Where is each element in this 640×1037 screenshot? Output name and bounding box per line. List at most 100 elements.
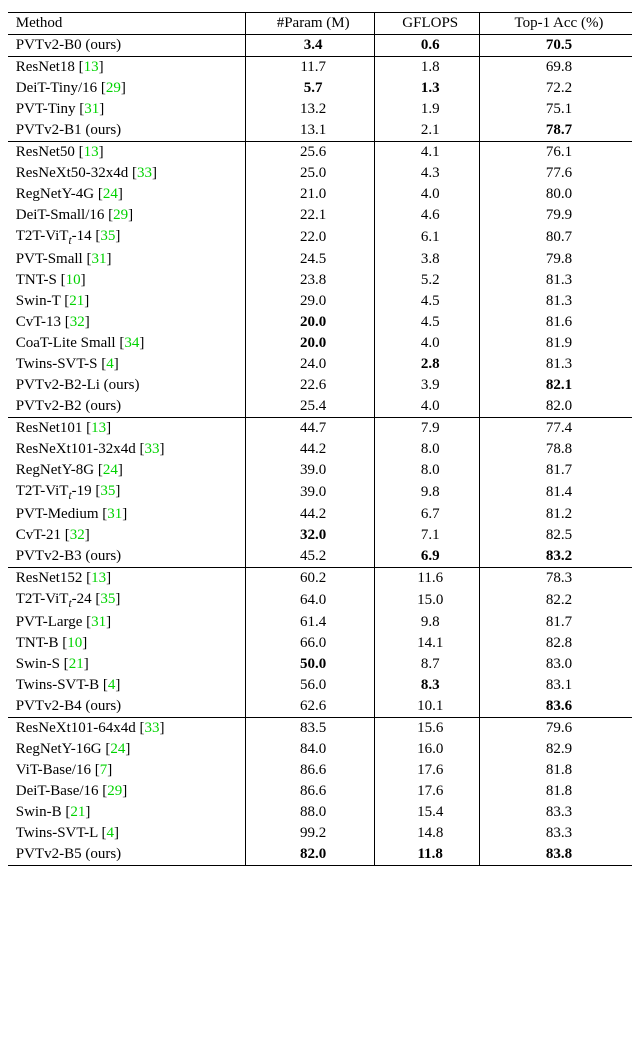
cell-acc: 83.0 [479,654,632,675]
cell-acc: 83.3 [479,823,632,844]
cell-acc: 82.1 [479,375,632,396]
cell-method: PVT-Small [31] [8,249,245,270]
table-row: CoaT-Lite Small [34]20.04.081.9 [8,333,632,354]
citation[interactable]: 29 [106,80,121,96]
table-row: CvT-13 [32]20.04.581.6 [8,312,632,333]
cell-gflops: 16.0 [375,739,479,760]
cell-method: T2T-ViTt-14 [35] [8,226,245,249]
table-row: Swin-S [21]50.08.783.0 [8,654,632,675]
cell-gflops: 1.9 [375,99,479,120]
citation[interactable]: 29 [107,783,122,799]
citation[interactable]: 33 [144,720,159,736]
cell-method: Swin-T [21] [8,291,245,312]
citation[interactable]: 34 [124,335,139,351]
cell-method: ResNet101 [13] [8,418,245,440]
citation[interactable]: 4 [106,356,114,372]
table-row: PVTv2-B2 (ours)25.44.082.0 [8,396,632,418]
table-row: ResNet50 [13]25.64.176.1 [8,142,632,164]
citation[interactable]: 13 [91,570,106,586]
cell-param: 5.7 [245,78,375,99]
citation[interactable]: 31 [91,614,106,630]
citation[interactable]: 13 [84,144,99,160]
citation[interactable]: 4 [108,677,116,693]
cell-method: CvT-21 [32] [8,525,245,546]
citation[interactable]: 33 [137,165,152,181]
cell-gflops: 7.1 [375,525,479,546]
cell-gflops: 9.8 [375,612,479,633]
cell-gflops: 6.7 [375,504,479,525]
citation[interactable]: 33 [144,441,159,457]
cell-gflops: 11.8 [375,844,479,866]
table-row: RegNetY-4G [24]21.04.080.0 [8,184,632,205]
citation[interactable]: 10 [66,272,81,288]
cell-acc: 82.5 [479,525,632,546]
cell-acc: 81.4 [479,481,632,504]
cell-gflops: 1.3 [375,78,479,99]
cell-param: 56.0 [245,675,375,696]
citation[interactable]: 13 [84,59,99,75]
cell-param: 20.0 [245,333,375,354]
table-row: Swin-T [21]29.04.581.3 [8,291,632,312]
citation[interactable]: 7 [100,762,108,778]
cell-param: 86.6 [245,760,375,781]
citation[interactable]: 24 [110,741,125,757]
table-row: PVTv2-B2-Li (ours)22.63.982.1 [8,375,632,396]
citation[interactable]: 32 [70,527,85,543]
citation[interactable]: 35 [100,483,115,499]
cell-gflops: 6.9 [375,546,479,568]
citation[interactable]: 35 [100,228,115,244]
cell-param: 21.0 [245,184,375,205]
cell-param: 45.2 [245,546,375,568]
cell-acc: 83.1 [479,675,632,696]
cell-gflops: 6.1 [375,226,479,249]
cell-gflops: 8.0 [375,439,479,460]
citation[interactable]: 24 [103,462,118,478]
citation[interactable]: 21 [69,293,84,309]
cell-gflops: 14.1 [375,633,479,654]
citation[interactable]: 13 [91,420,106,436]
cell-acc: 81.2 [479,504,632,525]
cell-gflops: 4.0 [375,396,479,418]
citation[interactable]: 35 [100,591,115,607]
citation[interactable]: 21 [69,656,84,672]
cell-gflops: 9.8 [375,481,479,504]
cell-acc: 81.7 [479,460,632,481]
citation[interactable]: 31 [84,101,99,117]
cell-gflops: 4.6 [375,205,479,226]
cell-acc: 81.8 [479,781,632,802]
cell-acc: 76.1 [479,142,632,164]
cell-method: PVTv2-B1 (ours) [8,120,245,142]
table-row: ResNeXt101-64x4d [33]83.515.679.6 [8,718,632,740]
citation[interactable]: 21 [70,804,85,820]
citation[interactable]: 31 [107,506,122,522]
citation[interactable]: 24 [103,186,118,202]
cell-method: RegNetY-16G [24] [8,739,245,760]
cell-method: PVTv2-B2 (ours) [8,396,245,418]
cell-gflops: 2.8 [375,354,479,375]
table-row: ResNeXt50-32x4d [33]25.04.377.6 [8,163,632,184]
cell-gflops: 3.8 [375,249,479,270]
citation[interactable]: 4 [107,825,115,841]
cell-method: PVTv2-B4 (ours) [8,696,245,718]
cell-param: 23.8 [245,270,375,291]
citation[interactable]: 32 [70,314,85,330]
table-row: T2T-ViTt-14 [35]22.06.180.7 [8,226,632,249]
table-row: PVT-Small [31]24.53.879.8 [8,249,632,270]
cell-method: DeiT-Small/16 [29] [8,205,245,226]
cell-gflops: 8.3 [375,675,479,696]
cell-acc: 75.1 [479,99,632,120]
citation[interactable]: 29 [113,207,128,223]
cell-gflops: 4.3 [375,163,479,184]
cell-acc: 81.6 [479,312,632,333]
cell-acc: 83.8 [479,844,632,866]
table-row: RegNetY-8G [24]39.08.081.7 [8,460,632,481]
citation[interactable]: 31 [91,251,106,267]
cell-acc: 80.7 [479,226,632,249]
cell-method: PVT-Tiny [31] [8,99,245,120]
cell-gflops: 17.6 [375,760,479,781]
cell-method: PVT-Medium [31] [8,504,245,525]
cell-param: 20.0 [245,312,375,333]
cell-param: 83.5 [245,718,375,740]
cell-param: 25.0 [245,163,375,184]
citation[interactable]: 10 [67,635,82,651]
